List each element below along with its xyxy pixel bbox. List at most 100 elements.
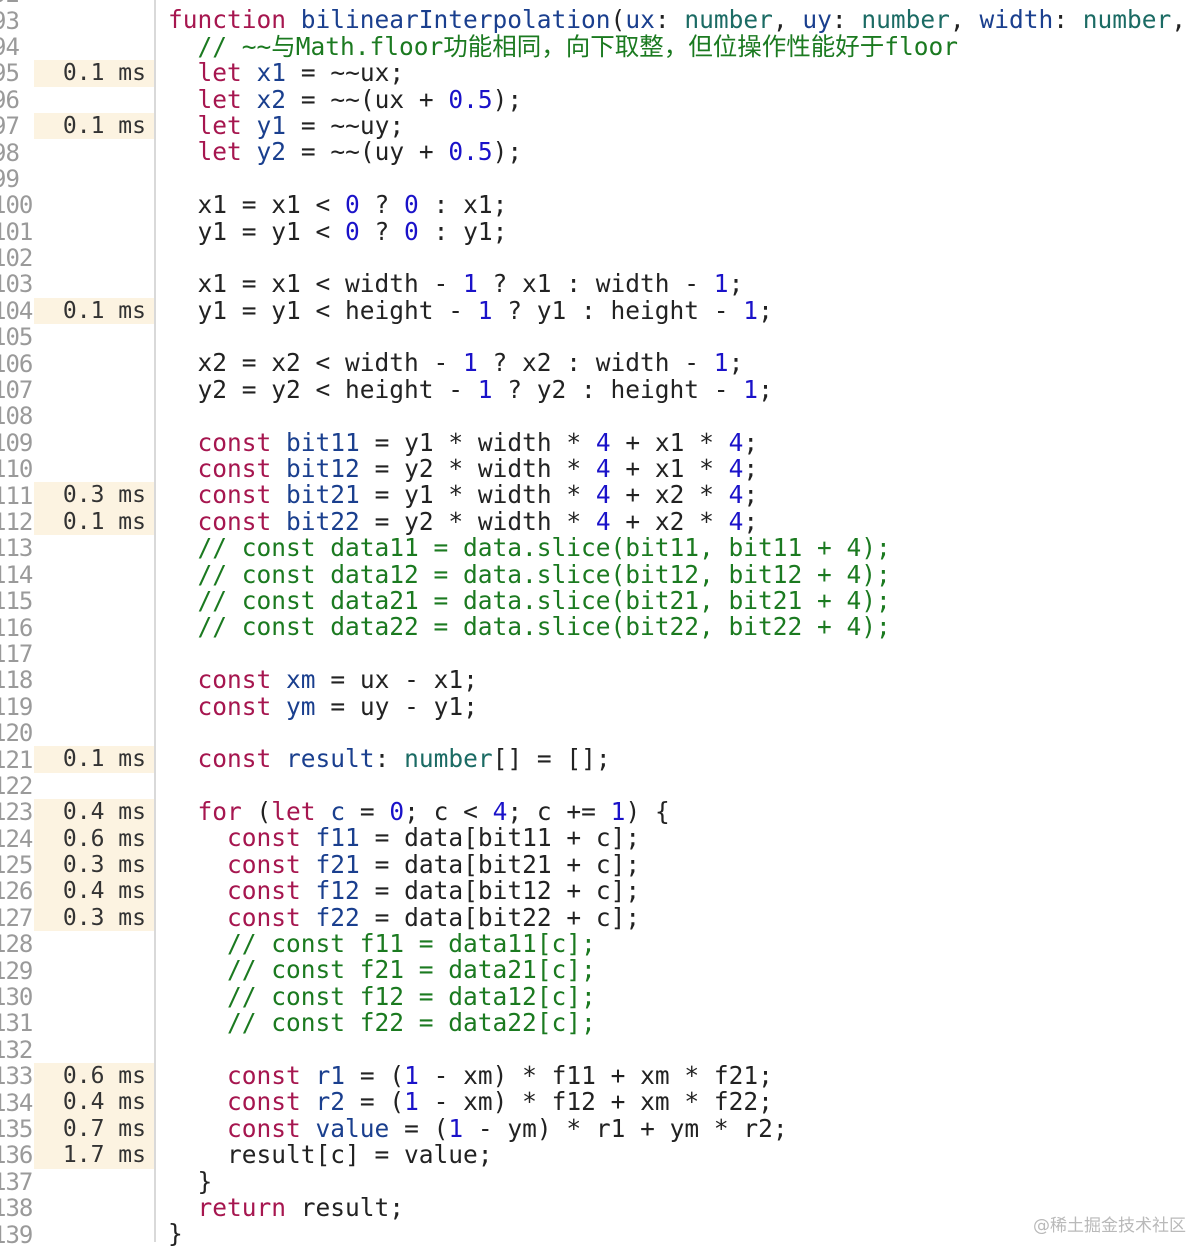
code-line[interactable]: 1210.1 ms const result: number[] = [];	[0, 746, 1194, 774]
code-token: const	[197, 665, 272, 695]
line-number: 106	[0, 349, 33, 378]
code-token: 4	[595, 427, 611, 457]
timing-cell: 0.3 ms	[34, 851, 154, 879]
code-line[interactable]: 137 }	[0, 1168, 1194, 1196]
code-line[interactable]: 119 const ym = uy - y1;	[0, 691, 1194, 721]
line-number: 116	[0, 613, 33, 642]
code-token: x1 = x1 <	[168, 190, 346, 220]
code-line[interactable]: 106 x2 = x2 < width - 1 ? x2 : width - 1…	[0, 348, 1194, 378]
code-line[interactable]: 102	[0, 244, 1194, 272]
code-line[interactable]: 1240.6 ms const f11 = data[bit11 + c];	[0, 825, 1194, 853]
code-line[interactable]: 1350.7 ms const value = (1 - ym) * r1 + …	[0, 1115, 1194, 1143]
code-line[interactable]: 99	[0, 165, 1194, 193]
code-line[interactable]: 118 const xm = ux - x1;	[0, 665, 1194, 695]
code-line[interactable]: 1270.3 ms const f22 = data[bit22 + c];	[0, 904, 1194, 932]
code-token: = (	[345, 1061, 405, 1090]
code-text: result[c] = value;	[168, 1141, 493, 1168]
code-line[interactable]: 117	[0, 640, 1194, 668]
line-number: 119	[0, 692, 33, 721]
timing-cell	[34, 166, 154, 192]
code-line[interactable]: 129 // const f21 = data21[c];	[0, 955, 1194, 985]
code-token: xm	[286, 665, 316, 695]
code-token: + x2 *	[610, 506, 729, 536]
code-token: ,	[1171, 5, 1186, 35]
code-text: const r1 = (1 - xm) * f11 + xm * f21;	[168, 1061, 773, 1090]
code-line[interactable]: 94 // ~~与Math.floor功能相同，向下取整，但位操作性能好于flo…	[0, 33, 1194, 61]
timing-cell: 0.3 ms	[34, 482, 154, 509]
code-token: 1	[463, 348, 478, 378]
code-line[interactable]: 98 let y2 = ~~(uy + 0.5);	[0, 137, 1194, 167]
code-text: // const data12 = data.slice(bit12, bit1…	[168, 561, 891, 588]
code-line[interactable]: 1330.6 ms const r1 = (1 - xm) * f11 + xm…	[0, 1061, 1194, 1090]
timing-cell: 0.3 ms	[34, 904, 154, 932]
code-line[interactable]: 105	[0, 323, 1194, 351]
code-line[interactable]: 114 // const data12 = data.slice(bit12, …	[0, 561, 1194, 589]
code-line[interactable]: 113 // const data11 = data.slice(bit11, …	[0, 534, 1194, 563]
code-line[interactable]: 109 const bit11 = y1 * width * 4 + x1 * …	[0, 427, 1194, 457]
code-token: = data[bit21 + c];	[359, 849, 641, 879]
code-token: r1	[315, 1061, 346, 1090]
line-number: 136	[0, 1141, 33, 1170]
code-line[interactable]: 120	[0, 719, 1194, 748]
line-number: 120	[0, 719, 33, 748]
code-token: // const f21 = data21[c];	[227, 955, 596, 985]
timing-cell: 0.1 ms	[34, 508, 154, 536]
code-token: ;	[743, 480, 759, 510]
code-line[interactable]: 139}	[0, 1221, 1194, 1249]
code-line[interactable]: 1361.7 ms result[c] = value;	[0, 1141, 1194, 1170]
line-number: 98	[0, 138, 20, 167]
code-token: 1	[404, 1061, 419, 1090]
code-line[interactable]: 97 0.1 ms let y1 = ~~uy;	[0, 112, 1194, 140]
code-line[interactable]: 122	[0, 772, 1194, 800]
code-line[interactable]: 128 // const f11 = data11[c];	[0, 930, 1194, 958]
code-viewer: 9293function bilinearInterpolation(ux: n…	[0, 0, 1194, 1249]
code-line[interactable]: 1110.3 ms const bit21 = y1 * width * 4 +…	[0, 480, 1194, 510]
code-token: =	[345, 797, 390, 827]
code-token: = data[bit12 + c];	[359, 876, 641, 906]
code-line[interactable]: 130 // const f12 = data12[c];	[0, 983, 1194, 1011]
code-token: 1	[404, 1087, 419, 1117]
code-token: y1 = y1 <	[168, 216, 346, 246]
line-number: 113	[0, 534, 33, 563]
code-line[interactable]: 1250.3 ms const f21 = data[bit21 + c];	[0, 849, 1194, 879]
code-line[interactable]: 95 0.1 ms let x1 = ~~ux;	[0, 58, 1194, 87]
timing-cell	[34, 245, 154, 271]
code-line[interactable]: 1120.1 ms const bit22 = y2 * width * 4 +…	[0, 506, 1194, 536]
code-text: const f12 = data[bit12 + c];	[168, 878, 640, 904]
code-token: const	[197, 691, 272, 721]
line-number: 111	[0, 481, 33, 510]
code-line[interactable]: 93 function bilinearInterpolation(ux: num…	[0, 5, 1194, 35]
code-line[interactable]: 1340.4 ms const r2 = (1 - xm) * f12 + xm…	[0, 1087, 1194, 1117]
code-line[interactable]: 100 x1 = x1 < 0 ? 0 : x1;	[0, 190, 1194, 220]
code-line[interactable]: 131 // const f22 = data22[c];	[0, 1009, 1194, 1037]
code-line[interactable]: 116 // const data22 = data.slice(bit22, …	[0, 613, 1194, 642]
code-line[interactable]: 110 const bit12 = y2 * width * 4 + x1 * …	[0, 454, 1194, 483]
code-token: = (	[345, 1087, 405, 1117]
timing-cell	[34, 535, 154, 561]
timing-cell	[34, 1169, 154, 1195]
code-text: const value = (1 - ym) * r1 + ym * r2;	[168, 1115, 788, 1142]
code-line[interactable]: 1040.1 ms y1 = y1 < height - 1 ? y1 : he…	[0, 297, 1194, 325]
code-line[interactable]: 1260.4 ms const f12 = data[bit12 + c];	[0, 877, 1194, 905]
code-line[interactable]: 103 x1 = x1 < width - 1 ? x1 : width - 1…	[0, 270, 1194, 298]
code-line[interactable]: 101 y1 = y1 < 0 ? 0 : y1;	[0, 216, 1194, 246]
code-line[interactable]: 115 // const data21 = data.slice(bit21, …	[0, 587, 1194, 615]
code-text: // const data22 = data.slice(bit22, bit2…	[168, 614, 891, 640]
code-token: const	[227, 849, 301, 879]
code-line[interactable]: 108	[0, 402, 1194, 430]
code-line[interactable]: 96 let x2 = ~~(ux + 0.5);	[0, 85, 1194, 114]
code-line[interactable]: 1230.4 ms for (let c = 0; c < 4; c += 1)…	[0, 797, 1194, 827]
code-token: x2 = x2 < width -	[168, 348, 464, 378]
code-line[interactable]: 138 return result;	[0, 1194, 1194, 1222]
code-token: 0	[404, 216, 419, 246]
code-token: + x2 *	[610, 480, 729, 510]
code-line[interactable]: 107 y2 = y2 < height - 1 ? y2 : height -…	[0, 376, 1194, 404]
code-line[interactable]: 132	[0, 1036, 1194, 1064]
code-token: = ~~(uy +	[286, 137, 449, 167]
